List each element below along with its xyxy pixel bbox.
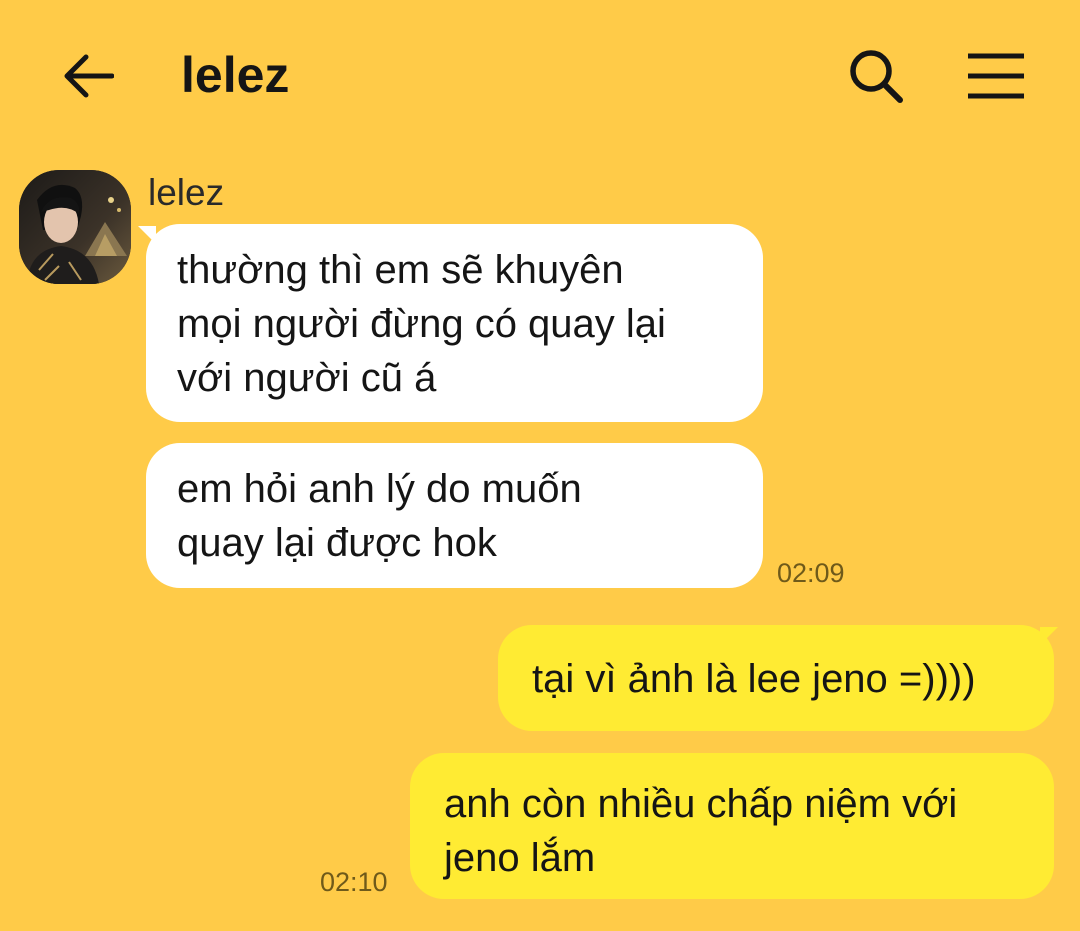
message-timestamp: 02:10 xyxy=(320,867,388,897)
message-line: mọi người đừng có quay lại xyxy=(177,302,666,346)
arrow-left-icon xyxy=(64,54,114,98)
avatar-photo xyxy=(19,170,131,284)
incoming-message[interactable]: thường thì em sẽ khuyên mọi người đừng c… xyxy=(146,224,763,422)
search-button[interactable] xyxy=(846,46,906,106)
message-line: em hỏi anh lý do muốn xyxy=(177,467,582,511)
message-line: quay lại được hok xyxy=(177,521,497,565)
message-line: anh còn nhiều chấp niệm với xyxy=(444,782,958,826)
hamburger-menu-icon xyxy=(968,53,1024,99)
message-line: với người cũ á xyxy=(177,356,437,400)
chat-title: lelez xyxy=(181,47,290,103)
message-line: jeno lắm xyxy=(444,836,596,880)
search-icon xyxy=(850,50,903,103)
message-line: tại vì ảnh là lee jeno =)))) xyxy=(532,657,976,701)
incoming-message[interactable]: em hỏi anh lý do muốn quay lại được hok xyxy=(146,443,763,588)
message-timestamp: 02:09 xyxy=(777,558,845,588)
back-button[interactable] xyxy=(58,48,118,104)
sender-name: lelez xyxy=(148,172,225,213)
outgoing-message[interactable]: tại vì ảnh là lee jeno =)))) xyxy=(498,625,1054,731)
chat-header: lelez xyxy=(0,0,1080,150)
message-line: thường thì em sẽ khuyên xyxy=(177,248,624,292)
outgoing-message[interactable]: anh còn nhiều chấp niệm với jeno lắm xyxy=(410,753,1054,899)
menu-button[interactable] xyxy=(964,46,1028,106)
avatar[interactable] xyxy=(19,170,131,284)
